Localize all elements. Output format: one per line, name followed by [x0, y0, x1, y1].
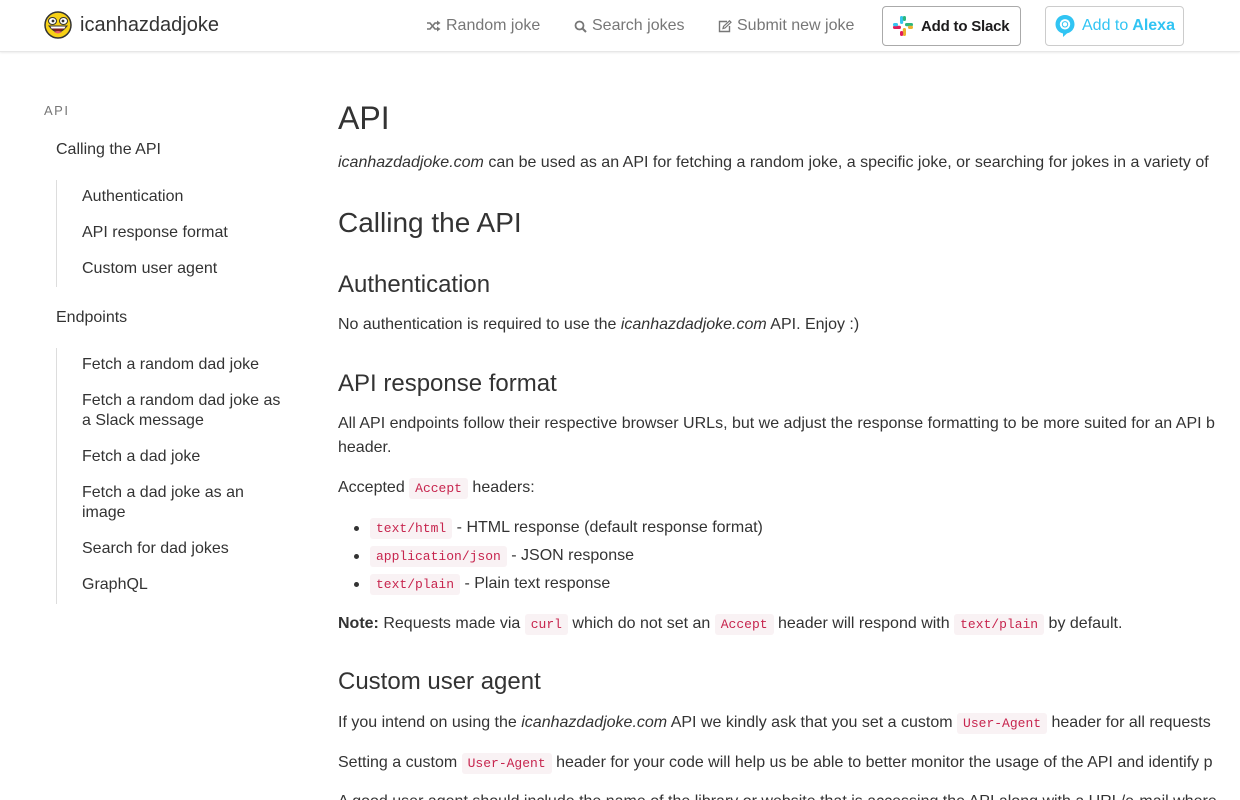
ua-p1-site: icanhazdadjoke.com [521, 714, 668, 731]
ua-p2-pre: Setting a custom [338, 754, 462, 771]
sidebar-group-endpoints: Fetch a random dad joke Fetch a random d… [56, 348, 286, 604]
accepted-post: headers: [467, 479, 535, 496]
intro-paragraph: icanhazdadjoke.com can be used as an API… [338, 151, 1209, 175]
auth-site: icanhazdadjoke.com [620, 316, 767, 333]
list-bullet [354, 582, 359, 587]
user-agent-paragraph-1: If you intend on using the icanhazdadjok… [338, 711, 1211, 736]
format-code-plain: text/plain [370, 574, 461, 595]
heading-authentication: Authentication [338, 271, 491, 298]
list-item-text-plain: text/plain - Plain text response [370, 572, 610, 597]
format-paragraph-line1: All API endpoints follow their respectiv… [338, 415, 1215, 432]
sidebar-item-search-jokes[interactable]: Search for dad jokes [82, 539, 287, 559]
format-desc-plain: - Plain text response [460, 575, 611, 592]
heading-api-response-format: API response format [338, 370, 557, 397]
sidebar-item-authentication[interactable]: Authentication [82, 187, 287, 207]
brand-name: icanhazdadjoke [80, 13, 219, 36]
list-item-text-html: text/html - HTML response (default respo… [370, 516, 763, 541]
sidebar-item-fetch-random-joke-slack[interactable]: Fetch a random dad joke as a Slack messa… [82, 391, 287, 431]
accepted-headers-paragraph: Accepted Accept headers: [338, 476, 535, 501]
user-agent-code-2: User-Agent [461, 753, 552, 774]
ua-p1-pre: If you intend on using the [338, 714, 522, 731]
auth-text-pre: No authentication is required to use the [338, 316, 621, 333]
format-paragraph-line2: header. [338, 439, 392, 456]
list-item-application-json: application/json - JSON response [370, 544, 634, 569]
sidebar-item-graphql[interactable]: GraphQL [82, 575, 287, 595]
format-code-json: application/json [370, 546, 507, 567]
sidebar-heading: API [44, 103, 70, 118]
list-bullet [354, 554, 359, 559]
user-agent-code: User-Agent [957, 713, 1048, 734]
note-text-b: which do not set an [567, 615, 715, 632]
sidebar-section-endpoints[interactable]: Endpoints [56, 309, 127, 327]
auth-text-post: API. Enjoy :) [766, 316, 860, 333]
text-plain-code-note: text/plain [954, 614, 1045, 635]
note-paragraph: Note: Requests made via curl which do no… [338, 612, 1122, 637]
sidebar-item-fetch-random-joke[interactable]: Fetch a random dad joke [82, 355, 287, 375]
ua-p1-post: header for all requests [1047, 714, 1211, 731]
list-bullet [354, 526, 359, 531]
ua-p2-post: header for your code will help us be abl… [551, 754, 1213, 771]
laughing-face-logo-icon [44, 11, 72, 39]
format-desc-html: - HTML response (default response format… [452, 519, 763, 536]
accepted-pre: Accepted [338, 479, 410, 496]
main-content: API icanhazdadjoke.com can be used as an… [338, 0, 1240, 800]
auth-paragraph: No authentication is required to use the… [338, 313, 859, 337]
brand[interactable]: icanhazdadjoke [44, 11, 219, 39]
sidebar-item-fetch-joke-image[interactable]: Fetch a dad joke as an image [82, 483, 287, 523]
note-text-d: by default. [1044, 615, 1123, 632]
user-agent-paragraph-3: A good user agent should include the nam… [338, 790, 1217, 800]
note-label: Note: [338, 615, 379, 632]
user-agent-paragraph-2: Setting a custom User-Agent header for y… [338, 751, 1213, 776]
accept-code: Accept [409, 478, 468, 499]
sidebar-item-fetch-dad-joke[interactable]: Fetch a dad joke [82, 447, 287, 467]
note-text-a: Requests made via [378, 615, 525, 632]
page-title: API [338, 100, 390, 136]
sidebar-section-calling-the-api[interactable]: Calling the API [56, 141, 161, 159]
ua-p1-mid: API we kindly ask that you set a custom [667, 714, 958, 731]
accept-code-note: Accept [714, 614, 774, 635]
heading-calling-the-api: Calling the API [338, 207, 522, 238]
note-text-c: header will respond with [773, 615, 955, 632]
format-desc-json: - JSON response [506, 547, 634, 564]
heading-custom-user-agent: Custom user agent [338, 668, 541, 695]
sidebar-item-api-response-format[interactable]: API response format [82, 223, 287, 243]
curl-code: curl [524, 614, 568, 635]
format-code-html: text/html [370, 518, 453, 539]
intro-text: can be used as an API for fetching a ran… [483, 154, 1209, 171]
sidebar-item-custom-user-agent[interactable]: Custom user agent [82, 259, 287, 279]
sidebar-group-calling-the-api: Authentication API response format Custo… [56, 180, 286, 287]
intro-site: icanhazdadjoke.com [338, 154, 484, 171]
